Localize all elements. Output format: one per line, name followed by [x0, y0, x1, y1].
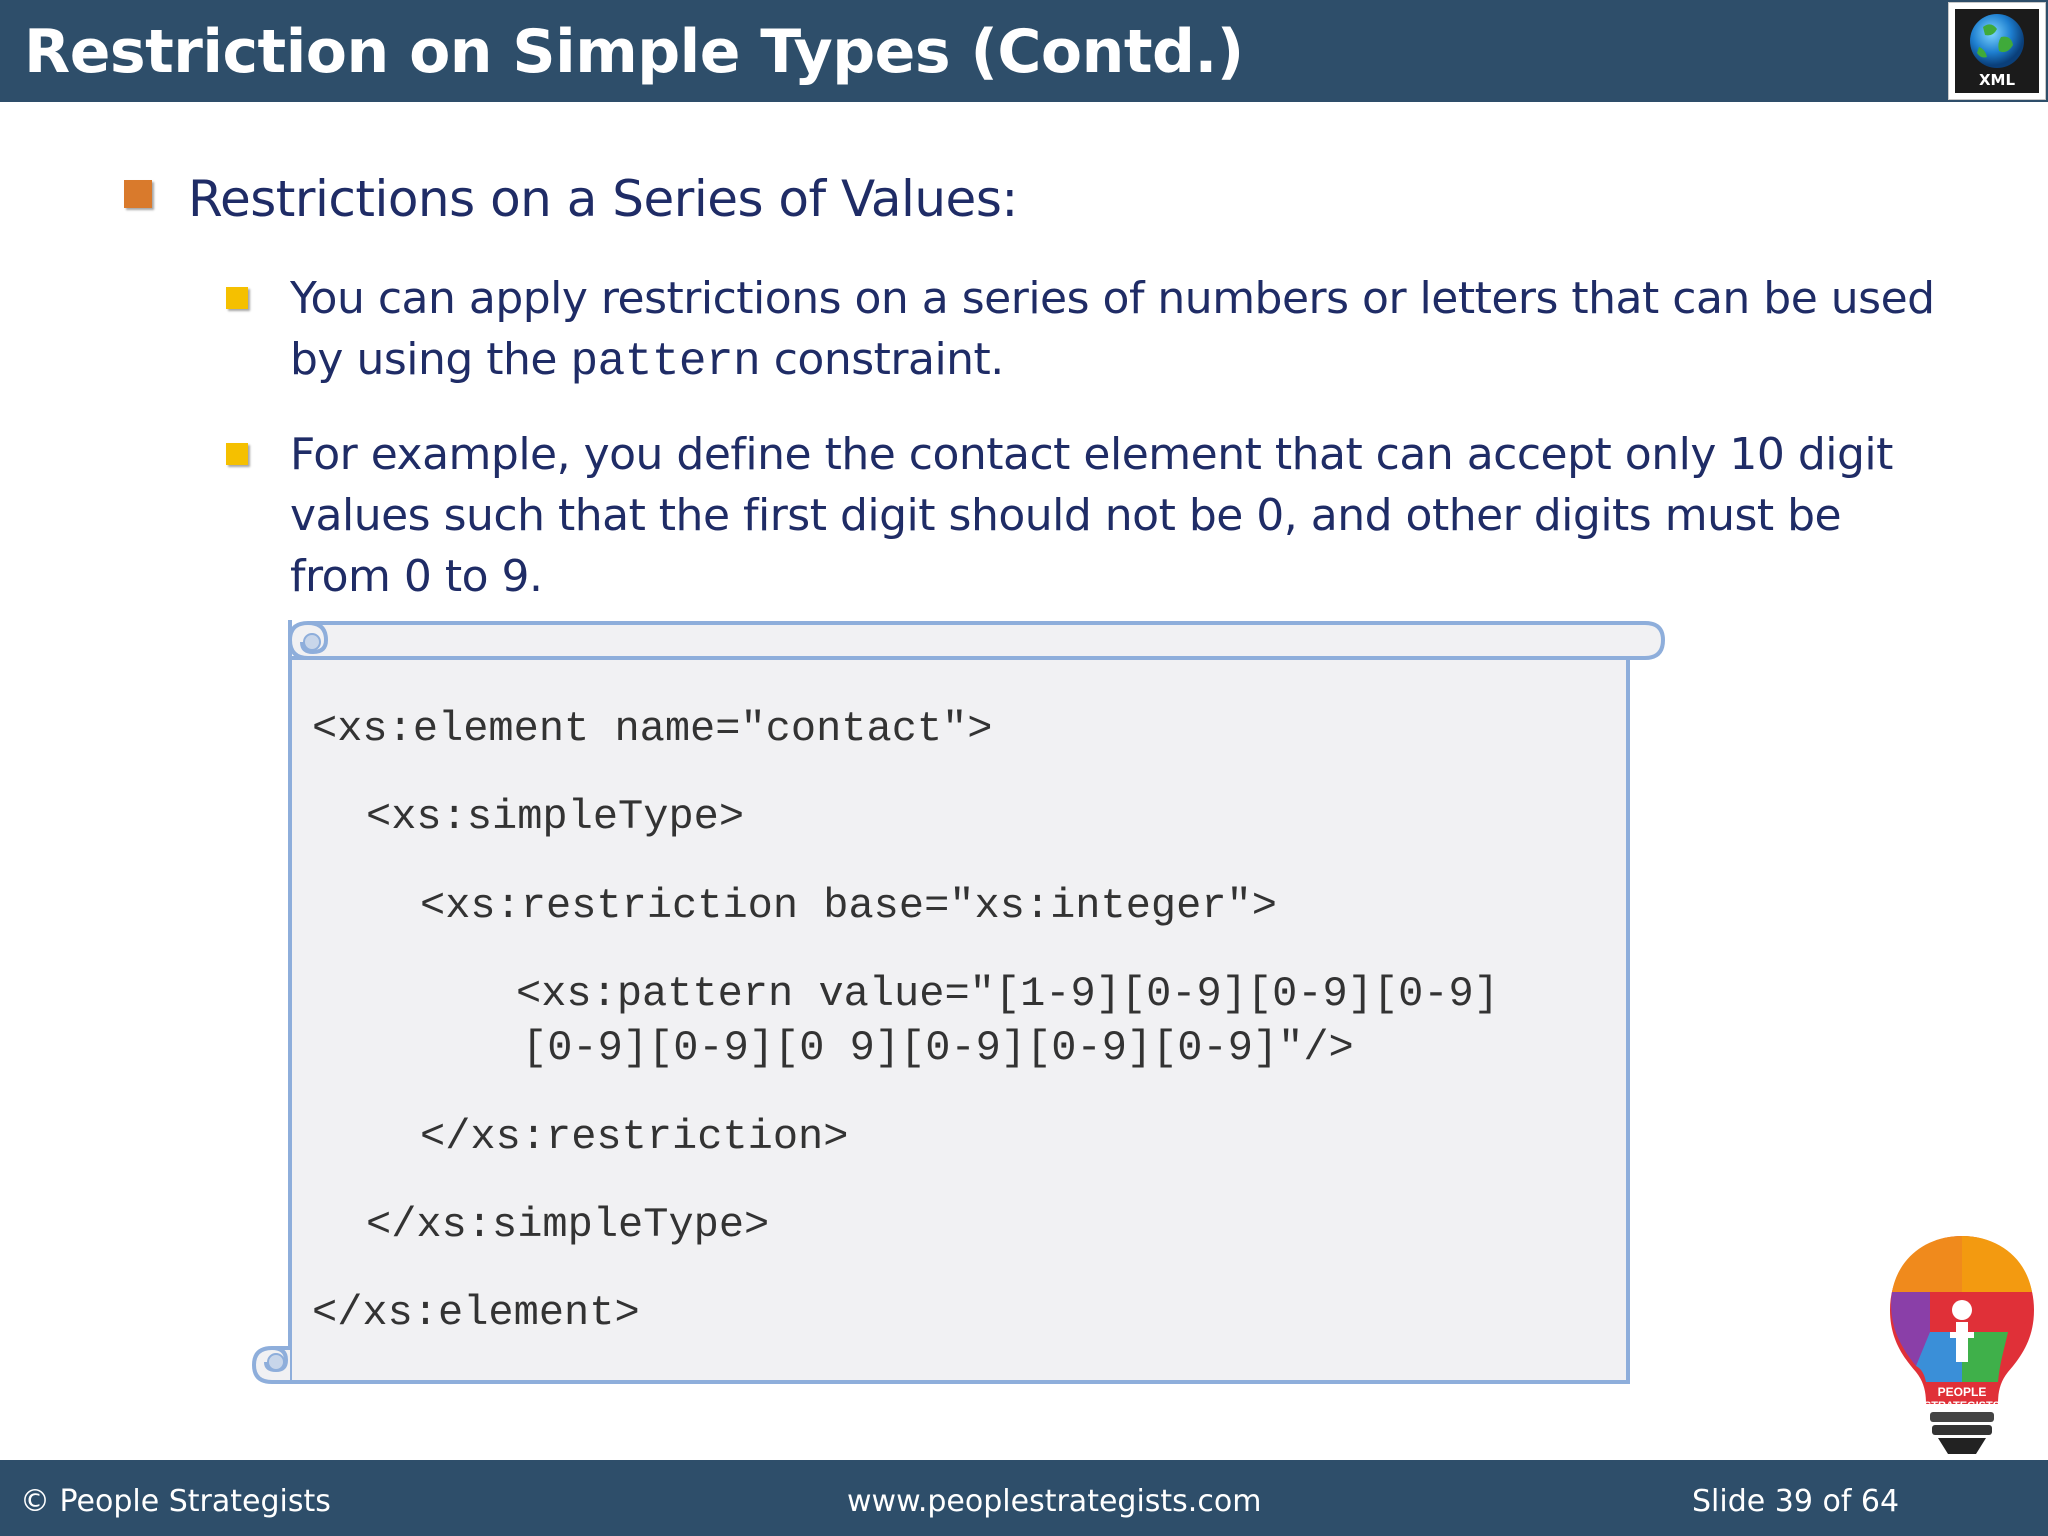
slide-number: Slide 39 of 64 [1692, 1484, 1900, 1519]
code-line: </xs:restriction> [420, 1113, 849, 1161]
footer-website-link[interactable]: www.peoplestrategists.com [847, 1482, 1261, 1522]
code-line: </xs:element> [312, 1289, 640, 1337]
code-scroll-shape [251, 620, 1666, 1384]
logo-text-people: PEOPLE [1938, 1385, 1987, 1399]
code-line: <xs:restriction base="xs:integer"> [420, 882, 1277, 930]
footer-copyright: © People Strategists [20, 1484, 331, 1519]
code-line: <xs:pattern value="[1-9][0-9][0-9][0-9] [516, 970, 1499, 1018]
code-line: <xs:element name="contact"> [312, 705, 993, 753]
code-line: <xs:simpleType> [366, 793, 745, 841]
code-line: [0-9][0-9][0 9][0-9][0-9][0-9]"/> [522, 1024, 1354, 1072]
people-strategists-logo: PEOPLE STRATEGISTS [1890, 1236, 2034, 1454]
code-line: </xs:simpleType> [366, 1201, 770, 1249]
logo-text-strategists: STRATEGISTS [1924, 1400, 2000, 1412]
